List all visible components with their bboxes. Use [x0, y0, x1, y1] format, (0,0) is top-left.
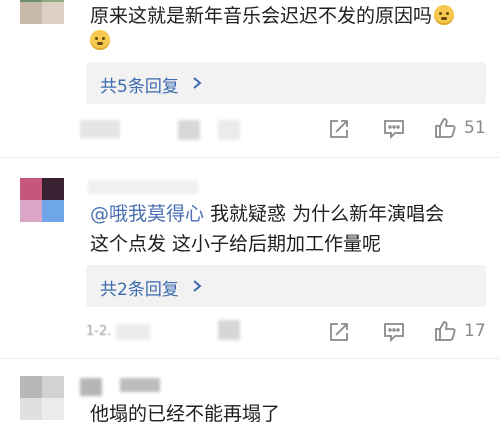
location-blurred: [178, 120, 200, 140]
comment-button[interactable]: [382, 321, 406, 343]
user-mention-link[interactable]: @哦我莫得心: [90, 203, 204, 225]
device-blurred: [218, 120, 240, 140]
share-button[interactable]: [328, 321, 350, 343]
chevron-right-icon: [193, 77, 202, 89]
username-blurred: [120, 378, 160, 392]
username-blurred: [80, 378, 102, 396]
share-button[interactable]: [328, 118, 350, 140]
avatar[interactable]: [20, 0, 64, 24]
comment-text: 他塌的已经不能再塌了: [90, 403, 281, 425]
thumbs-up-icon: [435, 118, 456, 138]
comment-text: 原来这就是新年音乐会迟迟不发的原因吗: [90, 0, 455, 32]
divider: [0, 157, 500, 158]
like-button[interactable]: 17: [434, 320, 486, 342]
chevron-right-icon: [193, 280, 202, 292]
comment-text: @哦我莫得心 我就疑惑 为什么新年演唱会: [90, 203, 445, 225]
like-button[interactable]: 51: [434, 117, 486, 139]
timestamp: 1-2.: [86, 324, 112, 339]
comment-text-line2: 这个点发 这小子给后期加工作量呢: [90, 233, 382, 255]
timestamp-blurred: [116, 324, 150, 340]
comment-button[interactable]: [382, 118, 406, 140]
like-count: 17: [464, 321, 486, 341]
comment-icon: [384, 323, 404, 343]
thumbs-up-icon: [435, 321, 456, 341]
comment-icon: [384, 120, 404, 140]
timestamp-blurred: [80, 120, 120, 138]
avatar[interactable]: [20, 376, 64, 420]
sweat-smile-emoji-icon: [90, 30, 110, 50]
divider: [0, 358, 500, 359]
like-count: 51: [464, 118, 486, 138]
username-blurred: [88, 180, 198, 194]
view-replies-button[interactable]: 共2条回复: [86, 265, 486, 307]
emoji-line: [88, 30, 110, 51]
share-icon: [330, 120, 348, 138]
avatar[interactable]: [20, 178, 64, 222]
location-blurred: [218, 320, 240, 340]
share-icon: [330, 323, 348, 341]
sweat-smile-emoji-icon: [434, 5, 455, 25]
view-replies-button[interactable]: 共5条回复: [86, 62, 486, 104]
